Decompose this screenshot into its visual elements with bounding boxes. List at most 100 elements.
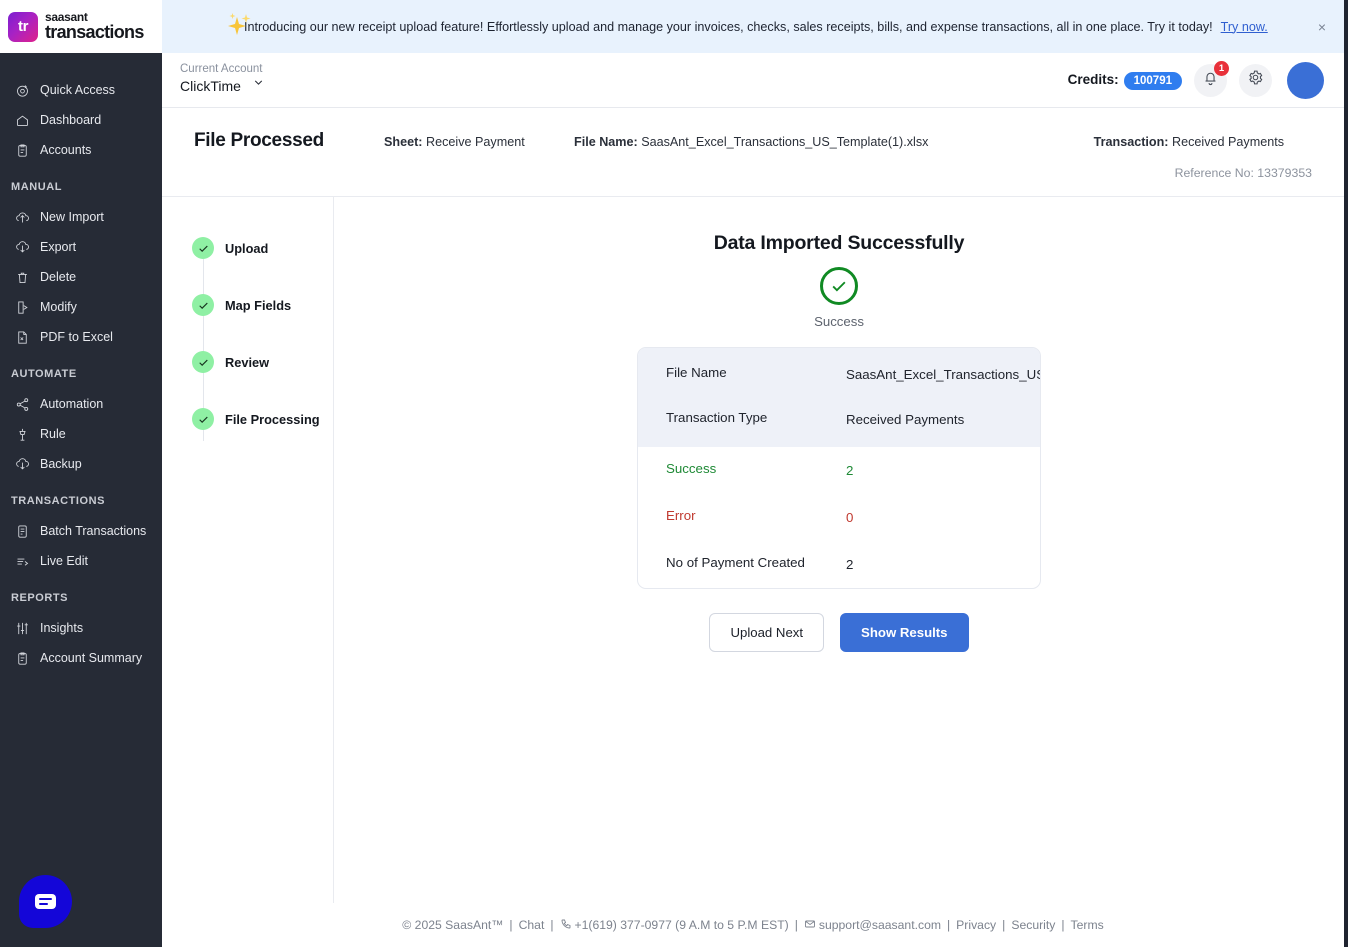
show-results-button[interactable]: Show Results xyxy=(840,613,969,653)
main-region: Introducing our new receipt upload featu… xyxy=(162,0,1348,947)
sidebar-item-dashboard[interactable]: Dashboard xyxy=(0,105,162,135)
sidebar-item-label: Automation xyxy=(40,397,104,411)
table-row-payment-created: No of Payment Created 2 xyxy=(638,541,1040,588)
footer-chat-link[interactable]: Chat xyxy=(519,918,545,932)
sheet-label: Sheet: xyxy=(384,135,423,149)
sidebar-item-pdf-to-excel[interactable]: PDF to Excel xyxy=(0,322,162,352)
sidebar-item-live-edit[interactable]: Live Edit xyxy=(0,546,162,576)
file-edit-icon xyxy=(14,299,30,315)
promo-banner-try-now-link[interactable]: Try now. xyxy=(1221,20,1268,34)
sidebar-item-label: Backup xyxy=(40,457,82,471)
sidebar-item-batch-transactions[interactable]: Batch Transactions xyxy=(0,516,162,546)
sidebar-group-transactions: TRANSACTIONS xyxy=(11,495,105,507)
file-pdf-icon xyxy=(14,329,30,345)
phone-icon xyxy=(560,918,572,933)
sidebar-group-manual: MANUAL xyxy=(11,181,62,193)
row-key: File Name xyxy=(666,365,727,380)
footer-separator: | xyxy=(947,918,951,932)
promo-banner: Introducing our new receipt upload featu… xyxy=(162,0,1344,53)
footer-phone-link[interactable]: +1(619) 377-0977 (9 A.M to 5 P.M EST) xyxy=(575,918,789,932)
mail-icon xyxy=(804,918,816,933)
app-root: tr saasant transactions Quick Access Das… xyxy=(0,0,1348,947)
sidebar-item-label: Dashboard xyxy=(40,113,102,127)
download-cloud-icon xyxy=(14,239,30,255)
sidebar: tr saasant transactions Quick Access Das… xyxy=(0,0,162,947)
credits-label: Credits: xyxy=(1067,72,1119,87)
sidebar-item-modify[interactable]: Modify xyxy=(0,292,162,322)
sidebar-item-rule[interactable]: Rule xyxy=(0,419,162,449)
target-icon xyxy=(14,82,30,98)
sidebar-item-label: Rule xyxy=(40,427,66,441)
sidebar-item-accounts[interactable]: Accounts xyxy=(0,135,162,165)
sidebar-item-label: Accounts xyxy=(40,143,92,157)
transaction-label: Transaction: xyxy=(1093,135,1169,149)
sidebar-item-label: Account Summary xyxy=(40,651,143,665)
result-summary-card: File Name SaasAnt_Excel_Transactions_US_… xyxy=(637,347,1041,590)
sidebar-item-delete[interactable]: Delete xyxy=(0,262,162,292)
upload-next-button[interactable]: Upload Next xyxy=(709,613,825,653)
sidebar-item-automation[interactable]: Automation xyxy=(0,389,162,419)
file-name-meta: File Name: SaasAnt_Excel_Transactions_US… xyxy=(574,135,1094,149)
sidebar-item-label: Quick Access xyxy=(40,83,116,97)
clipboard-icon xyxy=(14,650,30,666)
footer-separator: | xyxy=(794,918,798,932)
app-logo[interactable]: tr saasant transactions xyxy=(0,0,162,53)
sidebar-group-automate: AUTOMATE xyxy=(11,368,77,380)
sidebar-item-label: Modify xyxy=(40,300,77,314)
file-name-value: SaasAnt_Excel_Transactions_US_Template(1… xyxy=(641,135,929,149)
check-icon xyxy=(192,294,214,316)
sidebar-item-label: Live Edit xyxy=(40,554,88,568)
sidebar-item-backup[interactable]: Backup xyxy=(0,449,162,479)
sidebar-item-label: Delete xyxy=(40,270,77,284)
gear-icon xyxy=(1247,69,1264,91)
close-icon[interactable]: × xyxy=(1314,19,1330,35)
transaction-value: Received Payments xyxy=(1172,135,1284,149)
step-map-fields[interactable]: Map Fields xyxy=(192,292,333,318)
avatar[interactable] xyxy=(1287,61,1324,99)
step-label: Map Fields xyxy=(225,297,292,313)
sliders-icon xyxy=(14,620,30,636)
sidebar-item-quick-access[interactable]: Quick Access xyxy=(0,75,162,105)
chevron-down-icon xyxy=(252,76,265,94)
sidebar-item-new-import[interactable]: New Import xyxy=(0,202,162,232)
account-switcher[interactable]: Current Account ClickTime xyxy=(180,63,265,97)
result-actions: Upload Next Show Results xyxy=(637,613,1041,653)
table-row: File Name SaasAnt_Excel_Transactions_US_… xyxy=(638,352,1040,397)
transaction-meta: Transaction: Received Payments xyxy=(1094,135,1284,149)
credits-value-pill: 100791 xyxy=(1123,72,1182,90)
footer-security-link[interactable]: Security xyxy=(1011,918,1055,932)
logo-line-2: transactions xyxy=(45,21,144,42)
sidebar-item-label: Insights xyxy=(40,621,84,635)
sidebar-item-insights[interactable]: Insights xyxy=(0,613,162,643)
footer-privacy-link[interactable]: Privacy xyxy=(956,918,996,932)
check-icon xyxy=(192,237,214,259)
reference-number: Reference No: 13379353 xyxy=(1174,166,1312,180)
share-nodes-icon xyxy=(14,396,30,412)
sheet-meta: Sheet: Receive Payment xyxy=(384,135,574,149)
logo-wordmark: saasant transactions xyxy=(45,11,144,41)
footer-separator: | xyxy=(1061,918,1065,932)
row-value: 2 xyxy=(846,557,854,573)
step-file-processing[interactable]: File Processing xyxy=(192,406,333,432)
notifications-button[interactable]: 1 xyxy=(1194,60,1229,97)
step-label: Review xyxy=(225,354,270,370)
sidebar-item-export[interactable]: Export xyxy=(0,232,162,262)
file-header: File Processed Sheet: Receive Payment Fi… xyxy=(162,108,1344,197)
row-value: Received Payments xyxy=(846,412,965,428)
step-review[interactable]: Review xyxy=(192,349,333,375)
page-title: File Processed xyxy=(194,130,324,151)
current-account-label: Current Account xyxy=(180,63,263,76)
sidebar-item-label: New Import xyxy=(40,210,104,224)
settings-button[interactable] xyxy=(1239,63,1272,97)
footer-terms-link[interactable]: Terms xyxy=(1071,918,1104,932)
footer-email-link[interactable]: support@saasant.com xyxy=(819,918,941,932)
step-upload[interactable]: Upload xyxy=(192,235,333,261)
sidebar-nav: Quick Access Dashboard Accounts MANUAL N… xyxy=(0,53,162,673)
home-icon xyxy=(14,112,30,128)
file-name-label: File Name: xyxy=(574,135,638,149)
step-label: File Processing xyxy=(225,411,320,427)
sheet-value: Receive Payment xyxy=(426,135,525,149)
sidebar-item-account-summary[interactable]: Account Summary xyxy=(0,643,162,673)
logo-mark-icon: tr xyxy=(8,11,38,42)
chat-bubble-icon[interactable] xyxy=(19,875,72,928)
